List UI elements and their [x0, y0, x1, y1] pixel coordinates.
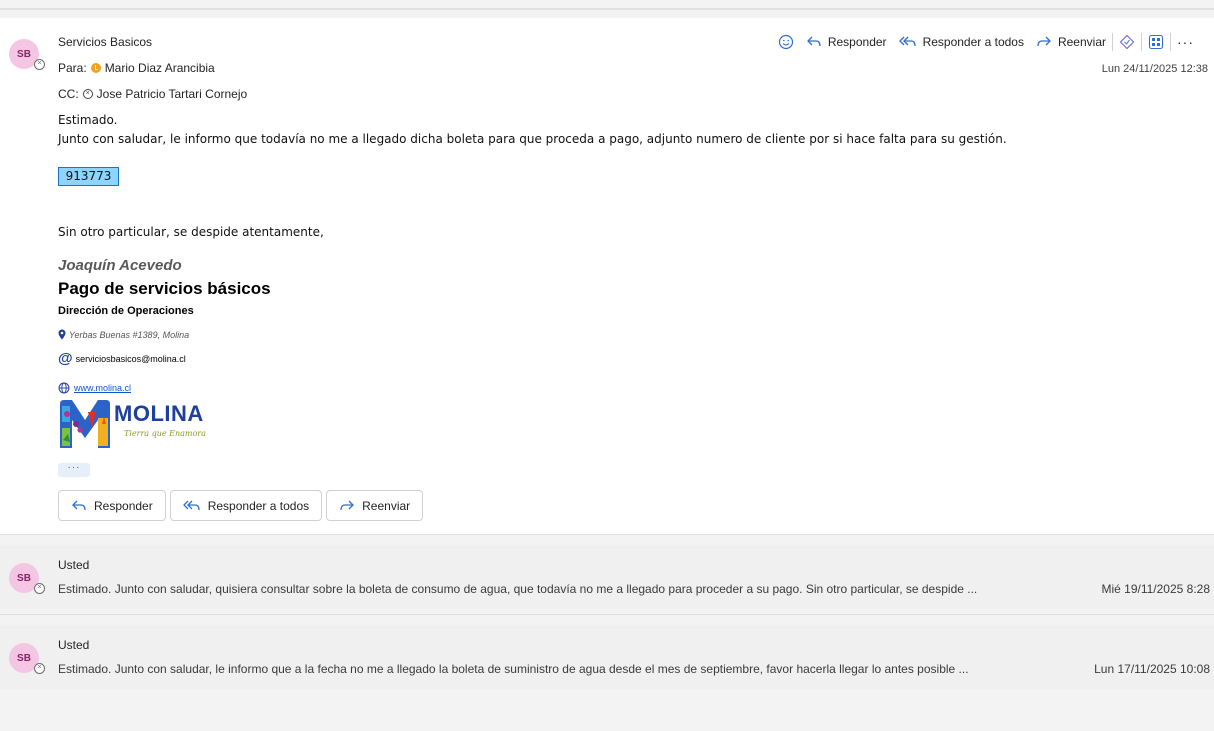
forward-icon [1037, 36, 1051, 47]
more-horizontal-icon: ··· [1177, 34, 1194, 50]
greeting: Estimado. [58, 113, 118, 127]
forward-button[interactable]: Reenviar [1030, 31, 1112, 53]
thread-preview: Estimado. Junto con saludar, quisiera co… [58, 582, 978, 596]
presence-offline-icon: × [34, 663, 45, 674]
email-text[interactable]: serviciosbasicos@molina.cl [76, 354, 186, 364]
reply-all-button-bottom[interactable]: Responder a todos [169, 490, 323, 521]
message-toolbar: Responder Responder a todos Reenviar ··· [772, 31, 1200, 53]
reply-all-label: Responder a todos [922, 35, 1024, 49]
reply-all-icon [898, 36, 916, 47]
thread-sender: Usted [58, 558, 90, 572]
message-body: Junto con saludar, le informo que todaví… [58, 132, 1007, 146]
logo-tagline: Tierra que Enamora [124, 429, 206, 438]
emoji-reaction-button[interactable] [772, 31, 800, 53]
presence-offline-icon: × [82, 89, 93, 99]
reply-all-button[interactable]: Responder a todos [893, 31, 1030, 53]
more-actions-button[interactable]: ··· [1171, 31, 1200, 53]
signature-department: Dirección de Operaciones [58, 305, 194, 317]
thread-item[interactable]: SB × Usted Estimado. Junto con saludar, … [0, 545, 1214, 609]
show-trimmed-content-button[interactable]: ··· [58, 463, 90, 477]
reply-icon [806, 36, 821, 47]
message-date: Lun 24/11/2025 12:38 [1101, 63, 1208, 75]
cc-label: CC: [58, 87, 79, 101]
apps-button[interactable] [1142, 31, 1170, 53]
presence-away-icon [90, 63, 101, 73]
thread-preview: Estimado. Junto con saludar, le informo … [58, 662, 969, 676]
thread-sender: Usted [58, 638, 90, 652]
thread-date: Lun 17/11/2025 10:08 [1094, 662, 1210, 676]
cc-recipient[interactable]: Jose Patricio Tartari Cornejo [97, 87, 248, 101]
reply-all-button-label: Responder a todos [207, 498, 310, 513]
smiley-icon [778, 34, 793, 50]
reply-label: Responder [827, 35, 887, 49]
sender-name[interactable]: Servicios Basicos [58, 35, 152, 49]
signature-name: Joaquín Acevedo [58, 257, 182, 274]
divider [0, 614, 1214, 615]
forward-icon [340, 500, 355, 510]
logo-wordmark: MOLINA [114, 401, 204, 426]
forward-label: Reenviar [1057, 35, 1106, 49]
signature-title: Pago de servicios básicos [58, 279, 271, 298]
location-pin-icon [58, 329, 66, 340]
to-recipient[interactable]: Mario Diaz Arancibia [105, 61, 215, 75]
divider [0, 534, 1214, 535]
forward-button-bottom[interactable]: Reenviar [326, 490, 424, 521]
signature-email: @ serviciosbasicos@molina.cl [58, 350, 186, 367]
email-message: SB × Servicios Basicos Para: Mario Diaz … [0, 18, 1214, 534]
at-sign-icon: @ [58, 350, 73, 367]
client-number: 913773 [58, 167, 119, 186]
website-link[interactable]: www.molina.cl [74, 383, 131, 393]
presence-offline-icon: × [34, 59, 45, 70]
globe-icon [58, 382, 70, 394]
tag-icon [1119, 34, 1135, 50]
forward-button-label: Reenviar [362, 498, 411, 513]
molina-logo: MOLINA Tierra que Enamora [58, 398, 218, 453]
cc-line: CC: × Jose Patricio Tartari Cornejo [58, 87, 247, 101]
reply-button-label: Responder [94, 498, 153, 513]
presence-offline-icon: × [34, 583, 45, 594]
molina-logo-mark [60, 400, 110, 448]
to-line: Para: Mario Diaz Arancibia [58, 61, 215, 75]
copilot-button[interactable] [1113, 31, 1141, 53]
reply-button-bottom[interactable]: Responder [58, 490, 166, 521]
reply-actions: Responder Responder a todos Reenviar [58, 490, 424, 521]
signature-address: Yerbas Buenas #1389, Molina [58, 329, 189, 340]
top-divider [0, 8, 1214, 10]
thread-item[interactable]: SB × Usted Estimado. Junto con saludar, … [0, 625, 1214, 689]
to-label: Para: [58, 61, 87, 75]
closing: Sin otro particular, se despide atentame… [58, 225, 324, 239]
reply-button[interactable]: Responder [800, 31, 893, 53]
reply-icon [72, 500, 86, 510]
address-text: Yerbas Buenas #1389, Molina [69, 329, 190, 340]
signature-website: www.molina.cl [58, 382, 131, 394]
thread-date: Mié 19/11/2025 8:28 [1101, 582, 1210, 596]
apps-grid-icon [1148, 34, 1164, 50]
reply-all-icon [182, 500, 200, 510]
